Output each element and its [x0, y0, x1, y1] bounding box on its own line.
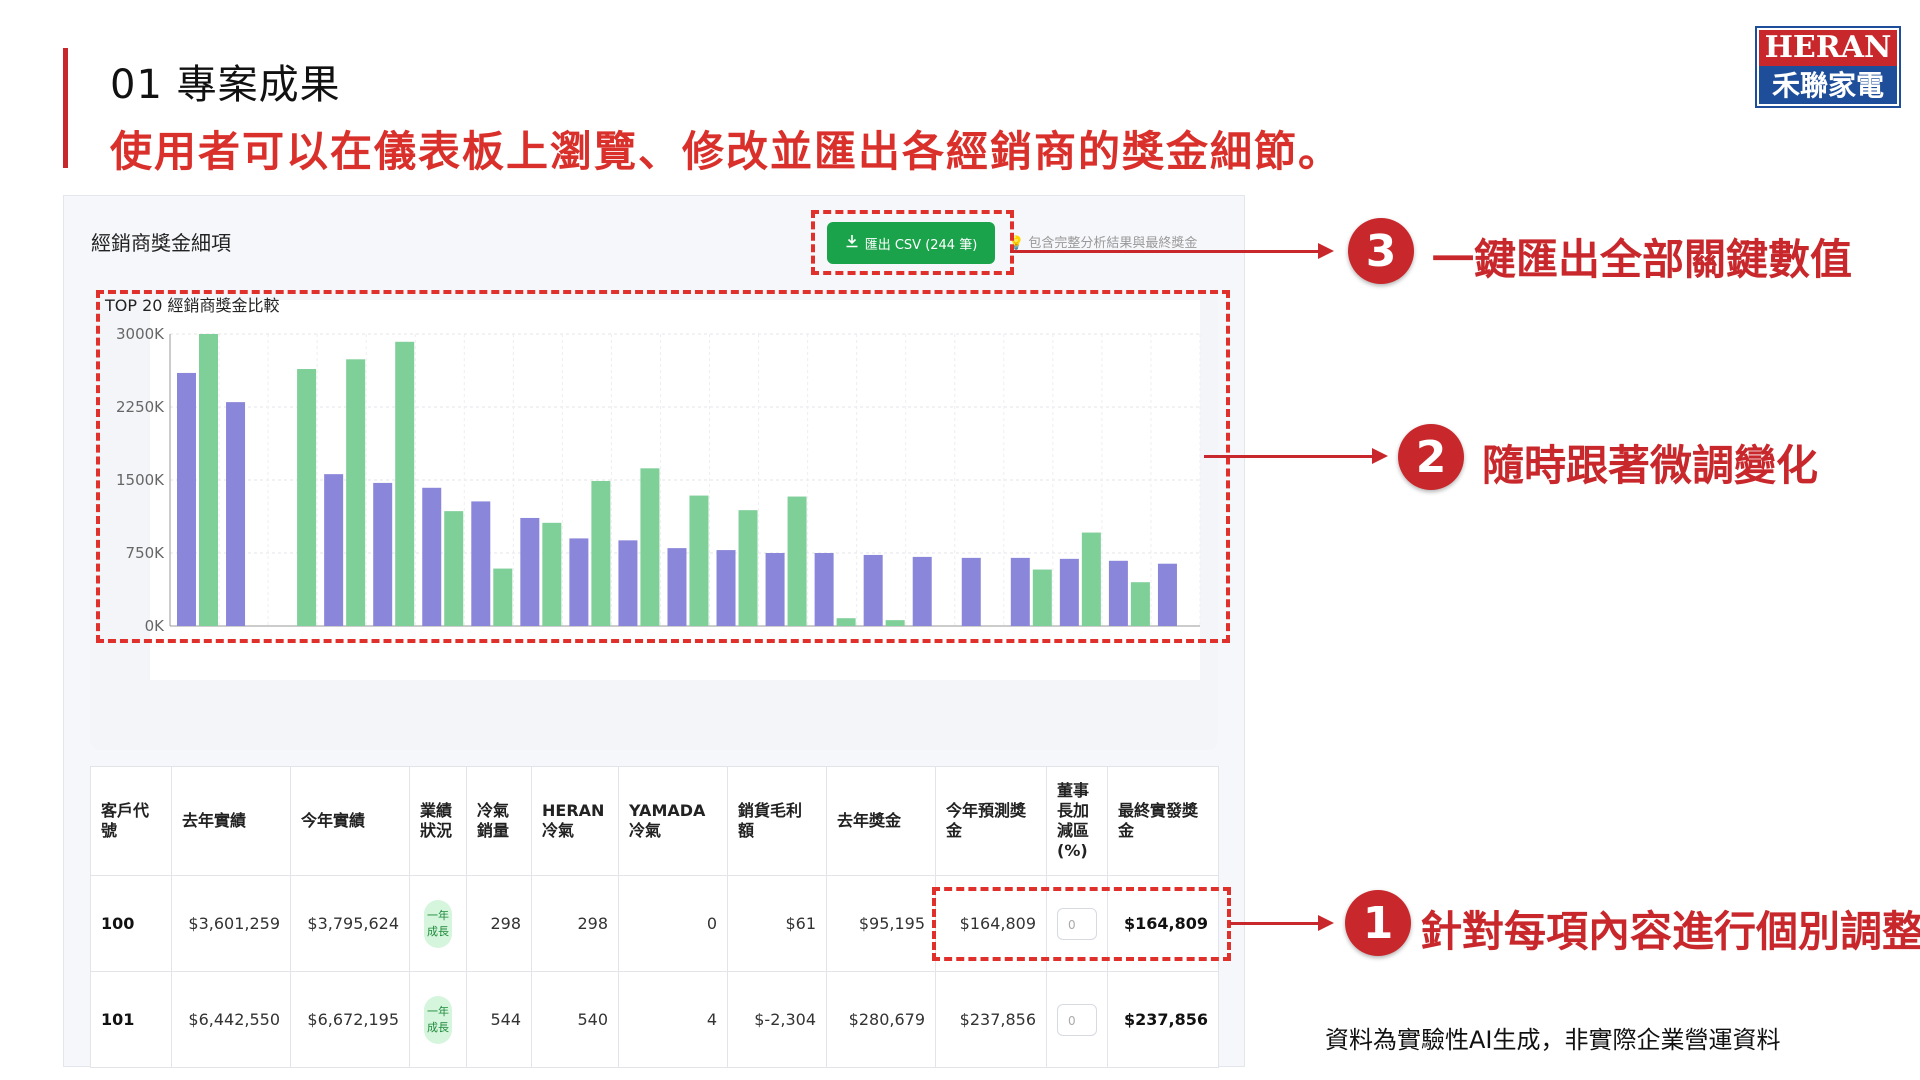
col-status: 業績狀況 — [409, 766, 467, 876]
col-forecast: 今年預測獎金 — [935, 766, 1047, 876]
cell-ac-sales: 298 — [466, 875, 532, 972]
cell-status: 一年成長 — [409, 971, 467, 1068]
cell-this-year: $6,672,195 — [290, 971, 410, 1068]
highlight-export-box — [811, 210, 1014, 275]
status-badge: 一年成長 — [424, 899, 452, 948]
cell-margin: $61 — [727, 875, 827, 972]
cell-this-year: $3,795,624 — [290, 875, 410, 972]
slide-subtitle: 使用者可以在儀表板上瀏覽、修改並匯出各經銷商的獎金細節。 — [110, 127, 1343, 176]
callout-1-badge: 1 — [1345, 890, 1411, 956]
cell-status: 一年成長 — [409, 875, 467, 972]
logo-wordmark: HERAN — [1759, 30, 1897, 66]
slide-title: 01 專案成果 — [110, 62, 341, 108]
table-row: 101 $6,442,550 $6,672,195 一年成長 544 540 4… — [90, 971, 1219, 1068]
cell-yamada: 4 — [618, 971, 728, 1068]
callout-2-arrow — [1204, 455, 1374, 458]
logo-chinese-name: 禾聯家電 — [1771, 69, 1884, 102]
callout-1-text: 針對每項內容進行個別調整 — [1420, 907, 1920, 956]
callout-1-arrowhead — [1318, 915, 1334, 931]
export-note: 💡 包含完整分析結果與最終獎金 — [1008, 236, 1198, 251]
highlight-row-box — [932, 887, 1231, 961]
col-this-year: 今年實績 — [290, 766, 410, 876]
adjust-input[interactable]: 0 — [1057, 1003, 1097, 1036]
col-adjust: 董事長加減區(%) — [1046, 766, 1108, 876]
data-disclaimer: 資料為實驗性AI生成，非實際企業營運資料 — [1325, 1026, 1781, 1054]
title-accent-bar — [63, 48, 68, 168]
callout-3-badge: 3 — [1348, 218, 1414, 284]
table-header-row: 客戶代號 去年實績 今年實績 業績狀況 冷氣銷量 HERAN 冷氣 YAMADA… — [90, 766, 1219, 876]
callout-3-arrow — [1010, 250, 1320, 253]
col-yamada: YAMADA 冷氣 — [618, 766, 728, 876]
cell-last-year: $3,601,259 — [171, 875, 291, 972]
cell-heran: 298 — [531, 875, 619, 972]
callout-1-arrow — [1230, 922, 1320, 925]
cell-last-bonus: $280,679 — [826, 971, 936, 1068]
col-final: 最終實發獎金 — [1107, 766, 1219, 876]
col-heran: HERAN 冷氣 — [531, 766, 619, 876]
cell-forecast: $237,856 — [935, 971, 1047, 1068]
callout-2-badge: 2 — [1398, 424, 1464, 490]
cell-heran: 540 — [531, 971, 619, 1068]
col-last-year: 去年實績 — [171, 766, 291, 876]
cell-adjust: 0 — [1046, 971, 1108, 1068]
callout-2-text: 隨時跟著微調變化 — [1482, 441, 1819, 490]
cell-ac-sales: 544 — [466, 971, 532, 1068]
col-customer-id: 客戶代號 — [90, 766, 172, 876]
cell-id: 101 — [90, 971, 172, 1068]
callout-3-arrowhead — [1318, 243, 1334, 259]
cell-final: $237,856 — [1107, 971, 1219, 1068]
callout-3-text: 一鍵匯出全部關鍵數值 — [1432, 235, 1853, 284]
cell-id: 100 — [90, 875, 172, 972]
highlight-chart-box — [96, 290, 1230, 643]
card-title: 經銷商獎金細項 — [91, 231, 231, 255]
col-ac-sales: 冷氣銷量 — [466, 766, 532, 876]
status-badge: 一年成長 — [424, 995, 452, 1044]
cell-last-year: $6,442,550 — [171, 971, 291, 1068]
cell-yamada: 0 — [618, 875, 728, 972]
callout-2-arrowhead — [1372, 448, 1388, 464]
col-margin: 銷貨毛利額 — [727, 766, 827, 876]
export-note-text: 包含完整分析結果與最終獎金 — [1028, 236, 1198, 251]
heran-logo: HERAN 禾聯家電 — [1755, 26, 1901, 108]
col-last-bonus: 去年獎金 — [826, 766, 936, 876]
cell-margin: $-2,304 — [727, 971, 827, 1068]
cell-last-bonus: $95,195 — [826, 875, 936, 972]
